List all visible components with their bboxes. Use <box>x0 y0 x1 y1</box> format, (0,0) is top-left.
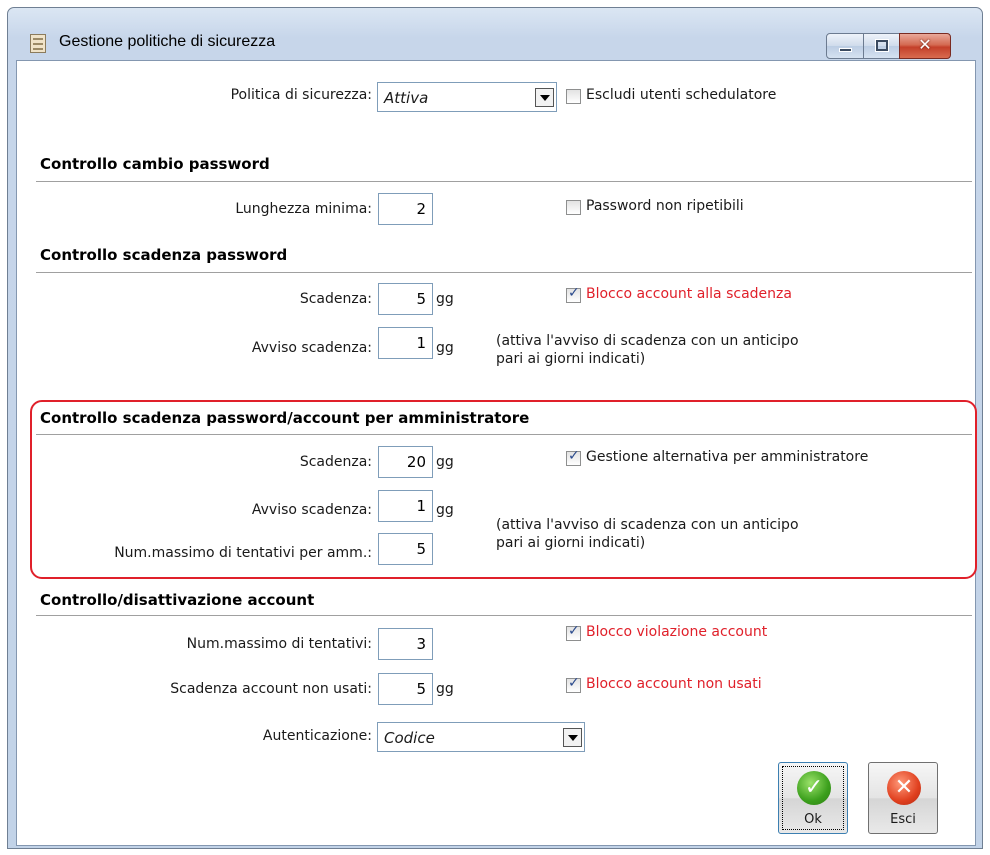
non-repeat-label: Password non ripetibili <box>586 198 744 214</box>
section-password-change: Controllo cambio password <box>40 155 270 173</box>
chevron-down-icon[interactable] <box>535 88 554 107</box>
ok-button-label: Ok <box>804 812 822 827</box>
warn-note-line1: (attiva l'avviso di scadenza con un anti… <box>496 333 799 349</box>
minimize-button[interactable] <box>826 33 864 59</box>
warn-label: Avviso scadenza: <box>251 340 372 356</box>
exclude-scheduler-checkbox[interactable] <box>566 89 581 104</box>
section-account: Controllo/disattivazione account <box>40 591 315 609</box>
admin-warn-note: (attiva l'avviso di scadenza con un anti… <box>496 516 799 552</box>
section-password-expiry: Controllo scadenza password <box>40 246 288 264</box>
unused-label: Scadenza account non usati: <box>170 681 372 697</box>
min-length-input[interactable]: 2 <box>378 193 433 225</box>
divider <box>36 272 972 274</box>
warn-input[interactable]: 1 <box>378 327 433 359</box>
admin-expiry-unit: gg <box>436 454 454 470</box>
block-violation-label: Blocco violazione account <box>586 624 768 640</box>
admin-attempts-label: Num.massimo di tentativi per amm.: <box>114 545 372 561</box>
expiry-input[interactable]: 5 <box>378 283 433 315</box>
exclude-scheduler-label: Escludi utenti schedulatore <box>586 87 777 103</box>
account-attempts-label: Num.massimo di tentativi: <box>186 636 372 652</box>
account-attempts-input[interactable]: 3 <box>378 628 433 660</box>
expiry-unit: gg <box>436 291 454 307</box>
block-on-expiry-label: Blocco account alla scadenza <box>586 286 792 302</box>
min-length-label: Lunghezza minima: <box>235 201 372 217</box>
exit-button[interactable]: ✕ Esci <box>868 762 938 834</box>
section-admin: Controllo scadenza password/account per … <box>40 409 530 427</box>
admin-warn-label: Avviso scadenza: <box>251 502 372 518</box>
admin-alternative-label: Gestione alternativa per amministratore <box>586 449 869 465</box>
block-on-expiry-checkbox[interactable] <box>566 285 581 303</box>
ok-button[interactable]: ✓ Ok <box>778 762 848 834</box>
chevron-down-icon[interactable] <box>563 728 582 747</box>
exit-button-label: Esci <box>890 812 916 827</box>
warn-note: (attiva l'avviso di scadenza con un anti… <box>496 332 799 368</box>
policy-select-value: Attiva <box>384 89 429 107</box>
policy-select[interactable]: Attiva <box>377 82 557 112</box>
close-icon: ✕ <box>918 35 932 54</box>
expiry-label: Scadenza: <box>299 291 372 307</box>
divider <box>36 181 972 183</box>
close-icon: ✕ <box>887 771 921 805</box>
block-unused-checkbox[interactable] <box>566 675 581 693</box>
admin-expiry-label: Scadenza: <box>299 454 372 470</box>
admin-warn-input[interactable]: 1 <box>378 490 433 522</box>
admin-note-line1: (attiva l'avviso di scadenza con un anti… <box>496 517 799 533</box>
close-button[interactable]: ✕ <box>899 33 951 59</box>
non-repeat-checkbox[interactable] <box>566 200 581 215</box>
maximize-button[interactable] <box>863 33 900 59</box>
policy-label: Politica di sicurezza: <box>230 87 372 103</box>
auth-label: Autenticazione: <box>262 728 372 744</box>
block-violation-checkbox[interactable] <box>566 623 581 641</box>
block-unused-label: Blocco account non usati <box>586 676 762 692</box>
unused-unit: gg <box>436 681 454 697</box>
document-icon <box>30 34 46 53</box>
warn-unit: gg <box>436 340 454 356</box>
warn-note-line2: pari ai giorni indicati) <box>496 351 646 367</box>
title-bar[interactable]: Gestione politiche di sicurezza ✕ <box>8 8 982 59</box>
minimize-icon <box>839 48 852 52</box>
window-title: Gestione politiche di sicurezza <box>59 33 276 50</box>
divider <box>36 434 972 436</box>
admin-warn-unit: gg <box>436 502 454 518</box>
unused-input[interactable]: 5 <box>378 673 433 705</box>
divider <box>36 615 972 617</box>
auth-select[interactable]: Codice <box>377 722 585 752</box>
admin-attempts-input[interactable]: 5 <box>378 533 433 565</box>
admin-alternative-checkbox[interactable] <box>566 448 581 466</box>
maximize-icon <box>876 40 888 51</box>
checkmark-icon: ✓ <box>797 771 831 805</box>
auth-select-value: Codice <box>384 729 435 747</box>
admin-expiry-input[interactable]: 20 <box>378 446 433 478</box>
admin-note-line2: pari ai giorni indicati) <box>496 535 646 551</box>
